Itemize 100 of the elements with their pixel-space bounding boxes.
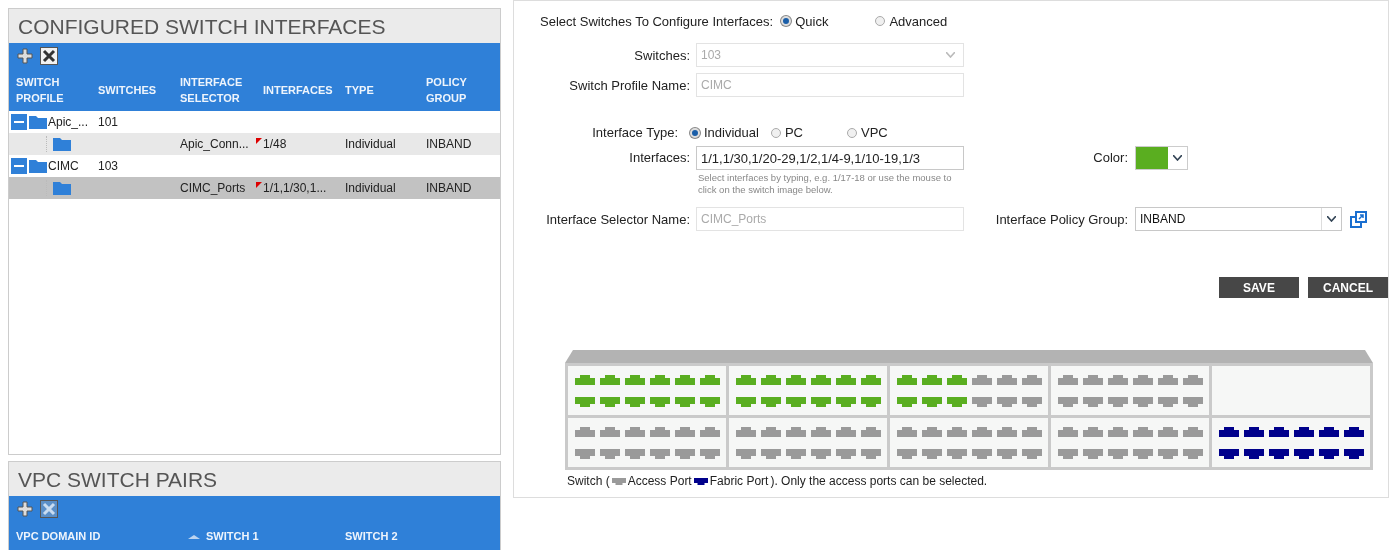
port-icon[interactable] [971, 396, 992, 407]
port-icon[interactable] [1157, 374, 1178, 385]
port-icon[interactable] [835, 374, 856, 385]
column-header[interactable]: INTERFACES [263, 82, 345, 98]
port-icon[interactable] [996, 448, 1017, 459]
port-icon[interactable] [599, 396, 620, 407]
delete-icon[interactable] [40, 47, 58, 65]
port-icon[interactable] [1057, 448, 1078, 459]
port-icon[interactable] [946, 426, 967, 437]
column-header[interactable]: TYPE [345, 82, 426, 98]
column-header[interactable]: SWITCH 1 [206, 528, 259, 544]
port-icon[interactable] [860, 396, 881, 407]
port-icon[interactable] [835, 448, 856, 459]
save-button[interactable]: SAVE [1219, 277, 1299, 298]
table-row[interactable]: Apic_Conn... 1/48 Individual INBAND [9, 133, 500, 155]
port-icon[interactable] [1132, 374, 1153, 385]
port-icon[interactable] [649, 374, 670, 385]
policy-group-dropdown[interactable]: INBAND [1135, 207, 1342, 231]
port-icon[interactable] [785, 448, 806, 459]
port-icon[interactable] [1082, 396, 1103, 407]
port-icon[interactable] [896, 448, 917, 459]
radio-label[interactable]: Advanced [889, 13, 948, 29]
port-icon[interactable] [699, 448, 720, 459]
column-header[interactable]: INTERFACE SELECTOR [180, 74, 263, 106]
radio-label[interactable]: PC [784, 125, 803, 140]
column-header[interactable]: SWITCHES [98, 82, 180, 98]
port-icon[interactable] [599, 426, 620, 437]
port-icon[interactable] [785, 374, 806, 385]
port-icon[interactable] [971, 448, 992, 459]
port-icon[interactable] [946, 374, 967, 385]
radio-label[interactable]: Individual [704, 125, 759, 140]
port-icon[interactable] [1107, 448, 1128, 459]
port-icon[interactable] [1182, 396, 1203, 407]
port-icon[interactable] [1132, 426, 1153, 437]
port-icon[interactable] [1057, 396, 1078, 407]
port-icon[interactable] [674, 396, 695, 407]
port-icon[interactable] [971, 426, 992, 437]
port-icon[interactable] [1132, 448, 1153, 459]
port-icon[interactable] [1082, 374, 1103, 385]
add-icon[interactable] [16, 47, 34, 65]
port-icon[interactable] [574, 426, 595, 437]
port-icon[interactable] [1021, 426, 1042, 437]
open-window-icon[interactable] [1350, 210, 1367, 228]
port-icon[interactable] [1157, 426, 1178, 437]
column-header[interactable]: VPC DOMAIN ID [16, 528, 101, 544]
port-icon[interactable] [1082, 426, 1103, 437]
port-icon[interactable] [896, 396, 917, 407]
port-icon[interactable] [921, 396, 942, 407]
port-icon[interactable] [835, 396, 856, 407]
port-icon[interactable] [860, 448, 881, 459]
port-icon[interactable] [1107, 374, 1128, 385]
port-icon[interactable] [1057, 426, 1078, 437]
port-icon[interactable] [1107, 396, 1128, 407]
port-icon[interactable] [810, 426, 831, 437]
port-icon[interactable] [674, 448, 695, 459]
port-icon[interactable] [624, 426, 645, 437]
port-icon[interactable] [1107, 426, 1128, 437]
port-icon[interactable] [996, 396, 1017, 407]
port-icon[interactable] [624, 448, 645, 459]
port-icon[interactable] [785, 426, 806, 437]
port-icon[interactable] [1057, 374, 1078, 385]
cancel-button[interactable]: CANCEL [1308, 277, 1388, 298]
port-icon[interactable] [760, 396, 781, 407]
column-header[interactable]: POLICY GROUP [426, 74, 500, 106]
port-icon[interactable] [1182, 374, 1203, 385]
table-row[interactable]: CIMC_Ports 1/1,1/30,1... Individual INBAND [9, 177, 500, 199]
port-icon[interactable] [996, 426, 1017, 437]
port-icon[interactable] [735, 396, 756, 407]
port-icon[interactable] [760, 374, 781, 385]
port-icon[interactable] [996, 374, 1017, 385]
collapse-icon[interactable] [11, 114, 27, 130]
column-header[interactable]: SWITCH 2 [345, 528, 398, 544]
port-icon[interactable] [649, 426, 670, 437]
port-icon[interactable] [860, 426, 881, 437]
radio-button[interactable] [770, 127, 781, 138]
port-icon[interactable] [624, 374, 645, 385]
port-icon[interactable] [1021, 374, 1042, 385]
port-icon[interactable] [674, 426, 695, 437]
add-icon[interactable] [16, 500, 34, 518]
port-icon[interactable] [649, 448, 670, 459]
radio-button[interactable] [847, 127, 857, 138]
radio-label[interactable]: VPC [861, 125, 888, 140]
radio-label[interactable]: Quick [795, 13, 829, 29]
port-icon[interactable] [624, 396, 645, 407]
port-icon[interactable] [921, 448, 942, 459]
column-header[interactable]: SWITCH PROFILE [16, 74, 98, 106]
port-icon[interactable] [946, 396, 967, 407]
port-icon[interactable] [599, 374, 620, 385]
port-icon[interactable] [835, 426, 856, 437]
port-icon[interactable] [810, 396, 831, 407]
collapse-icon[interactable] [11, 158, 27, 174]
port-icon[interactable] [971, 374, 992, 385]
port-icon[interactable] [1182, 448, 1203, 459]
port-icon[interactable] [699, 396, 720, 407]
port-icon[interactable] [896, 374, 917, 385]
port-icon[interactable] [699, 426, 720, 437]
port-icon[interactable] [1082, 448, 1103, 459]
port-icon[interactable] [921, 426, 942, 437]
port-icon[interactable] [810, 448, 831, 459]
color-picker[interactable] [1135, 146, 1188, 170]
